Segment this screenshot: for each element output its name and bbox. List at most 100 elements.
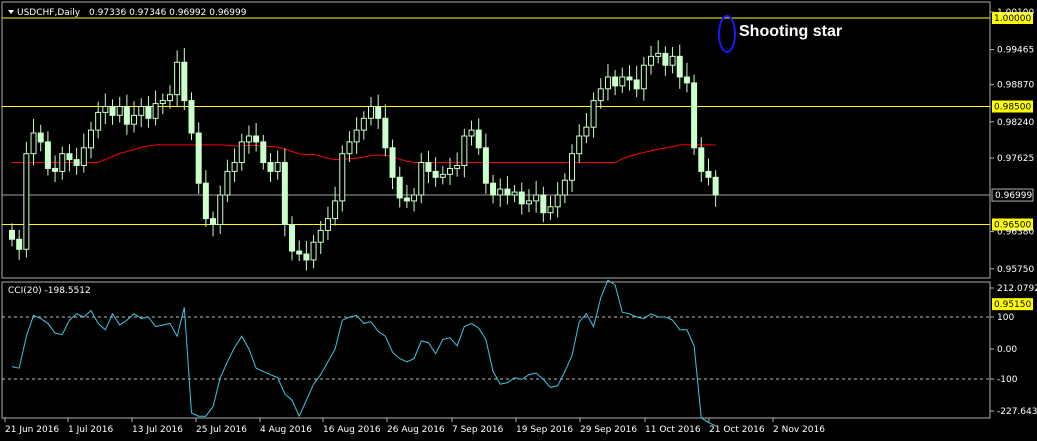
candle-body: [217, 194, 224, 225]
candle-body: [669, 55, 676, 66]
candle-body: [274, 162, 281, 172]
candle-body: [518, 191, 525, 205]
candle-body: [116, 106, 123, 116]
candle-body: [612, 76, 619, 87]
price-tick-label-5: 0.96380: [997, 228, 1034, 238]
hline-label-1: 0.98500: [994, 103, 1031, 113]
candle-body: [446, 167, 453, 175]
cci-tick-label-2: 0.00: [997, 345, 1017, 355]
time-tick-label-6: 26 Aug 2016: [387, 425, 445, 435]
candle-body: [576, 135, 583, 155]
candle-body: [231, 162, 238, 172]
candle-body: [73, 159, 80, 167]
cci-tick-label-1: 100: [997, 313, 1014, 323]
annotation-text: Shooting star: [739, 23, 842, 40]
candle-body: [210, 218, 217, 226]
time-tick-label-4: 4 Aug 2016: [260, 425, 312, 435]
candle-body: [547, 206, 554, 214]
candle-body: [202, 182, 209, 220]
candle-body: [303, 253, 310, 261]
time-tick-label-5: 16 Aug 2016: [323, 425, 381, 435]
candle-body: [554, 194, 561, 208]
price-tick-label-0: 1.00100: [997, 8, 1034, 18]
candle-body: [655, 52, 662, 57]
candle-body: [439, 173, 446, 178]
candle-body: [497, 188, 504, 196]
candle-body: [705, 170, 712, 178]
time-tick-label-7: 7 Sep 2016: [452, 425, 504, 435]
candle-body: [360, 117, 367, 131]
time-tick-label-10: 11 Oct 2016: [645, 425, 701, 435]
candle-body: [52, 167, 59, 172]
candle-body: [375, 106, 382, 119]
candle-body: [59, 153, 66, 172]
candle-body: [317, 229, 324, 243]
candle-body: [224, 170, 231, 196]
price-pane[interactable]: 1.000000.985000.965000.95150 Shooting st…: [1, 1, 1033, 311]
candle-body: [403, 197, 410, 202]
cci-tick-label-4: -227.6436: [997, 407, 1037, 417]
candle-body: [267, 162, 274, 172]
candle-body: [332, 200, 339, 220]
candle-body: [245, 135, 252, 143]
candle-body: [109, 106, 116, 116]
candle-body: [324, 218, 331, 231]
candle-body: [174, 61, 181, 96]
chart-window[interactable]: 1.000000.985000.965000.95150 Shooting st…: [0, 0, 1037, 441]
candle-body: [368, 106, 374, 119]
candle-body: [504, 188, 511, 196]
price-axis[interactable]: 1.00100 0.99465 0.98870 0.98240 0.97625 0.963…: [990, 8, 1034, 275]
candle-body: [346, 141, 353, 155]
candle-body: [561, 179, 568, 196]
candle-body: [396, 176, 403, 199]
candle-body: [310, 241, 317, 261]
candle-body: [633, 79, 640, 90]
time-tick-label-11: 21 Oct 2016: [709, 425, 765, 435]
price-tick-label-1: 0.99465: [997, 46, 1034, 56]
time-tick-label-9: 29 Sep 2016: [580, 425, 637, 435]
last-price-label: 0.96999: [995, 191, 1032, 201]
candle-body: [281, 162, 288, 226]
candle-body: [253, 135, 260, 143]
candle-body: [432, 170, 439, 178]
candle-body: [188, 100, 195, 134]
candle-body: [583, 126, 590, 137]
price-pane-border: [1, 1, 991, 279]
candle-body: [145, 106, 152, 119]
candle-body: [138, 106, 145, 116]
candle-body: [44, 141, 51, 169]
candle-body: [339, 153, 346, 202]
candle-body: [482, 147, 489, 184]
time-tick-label-12: 2 Nov 2016: [773, 425, 825, 435]
candle-body: [691, 82, 698, 149]
candle-body: [37, 132, 44, 143]
candle-body: [648, 55, 655, 66]
candle-body: [475, 129, 482, 149]
candle-body: [418, 162, 425, 196]
candle-body: [102, 106, 109, 113]
time-axis[interactable]: 21 Jun 2016 1 Jul 2016 13 Jul 2016 25 Jul 2…: [4, 418, 825, 435]
hline-label-3: 0.95150: [994, 300, 1031, 310]
time-tick-label-3: 25 Jul 2016: [196, 425, 247, 435]
candle-body: [9, 229, 15, 240]
candle-body: [712, 176, 719, 196]
candle-body: [604, 76, 611, 90]
candle-body: [619, 76, 626, 87]
ohlc-values: 0.97336 0.97346 0.96992 0.96999: [89, 8, 247, 18]
candle-body: [131, 114, 138, 125]
candle-body: [123, 106, 130, 125]
candle-body: [353, 129, 360, 143]
candle-body: [87, 129, 94, 149]
candle-body: [382, 117, 389, 149]
cci-title: CCI(20) -198.5512: [8, 286, 91, 296]
candle-body: [511, 191, 518, 196]
time-tick-label-1: 1 Jul 2016: [68, 425, 113, 435]
time-tick-label-0: 21 Jun 2016: [5, 425, 59, 435]
candle-body: [533, 194, 540, 202]
candle-body: [296, 250, 303, 255]
cci-pane[interactable]: CCI(20) -198.5512: [1, 279, 991, 427]
candle-body: [260, 141, 267, 164]
candle-body: [23, 153, 30, 250]
candle-body: [95, 111, 102, 131]
candle-body: [181, 61, 188, 102]
